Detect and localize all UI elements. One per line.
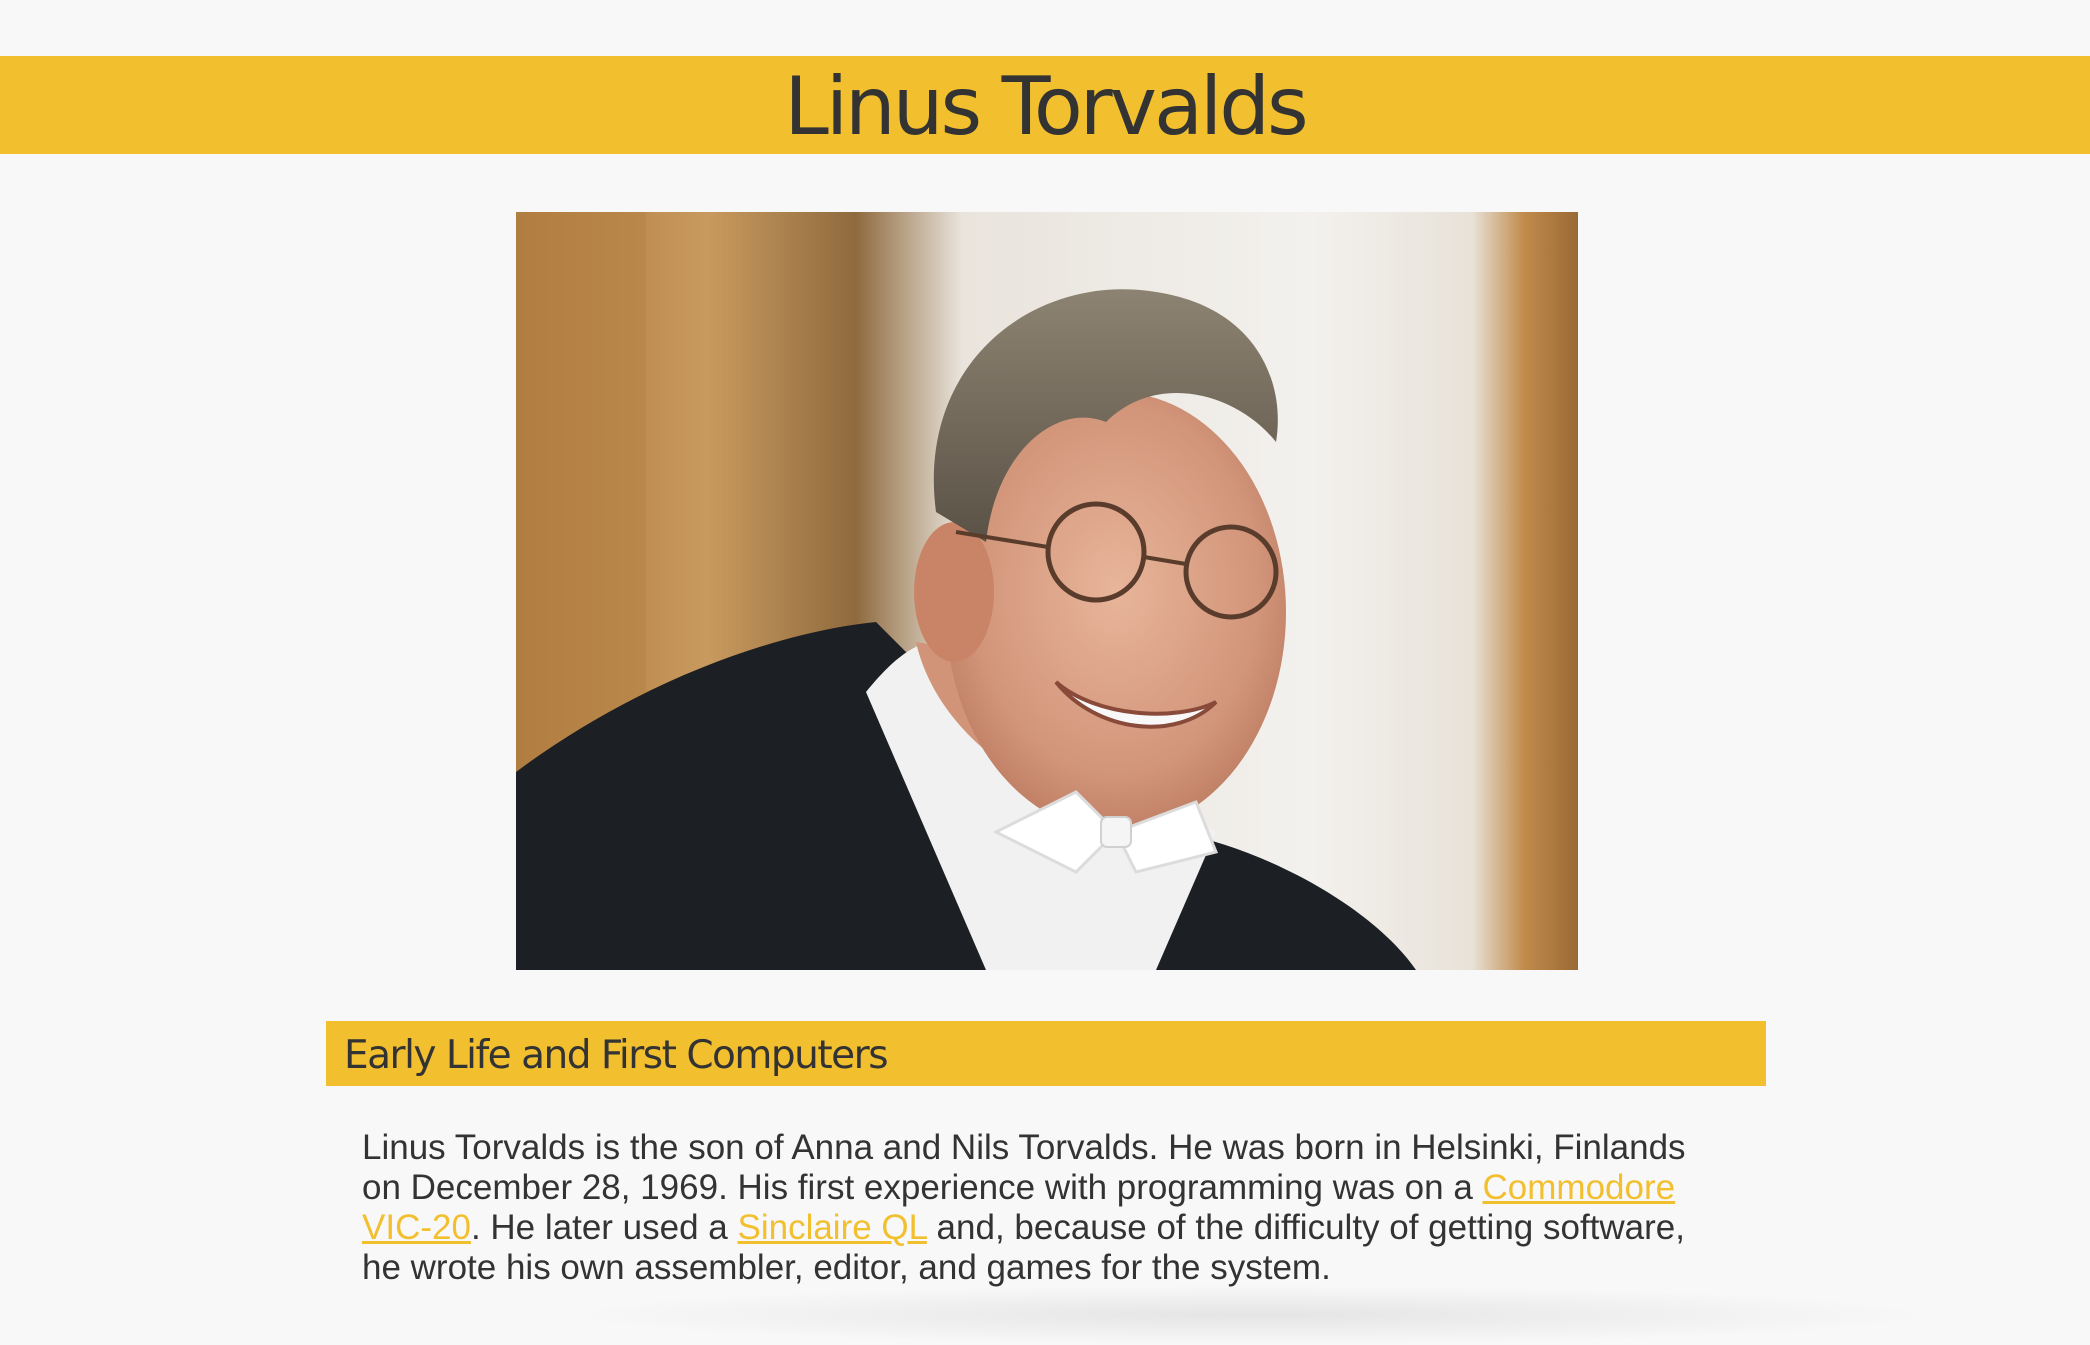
sinclaire-ql-link[interactable]: Sinclaire QL <box>737 1208 926 1247</box>
footer-shadow <box>560 1285 1940 1345</box>
section-header: Early Life and First Computers <box>326 1021 1766 1086</box>
section-heading: Early Life and First Computers <box>344 1033 889 1078</box>
title-banner: Linus Torvalds <box>0 56 2090 154</box>
bio-paragraph: Linus Torvalds is the son of Anna and Ni… <box>362 1128 1732 1288</box>
page-title: Linus Torvalds <box>784 60 1308 153</box>
portrait-image <box>516 212 1578 970</box>
portrait-photo-icon <box>516 212 1578 970</box>
bio-text-2: . He later used a <box>470 1208 738 1247</box>
